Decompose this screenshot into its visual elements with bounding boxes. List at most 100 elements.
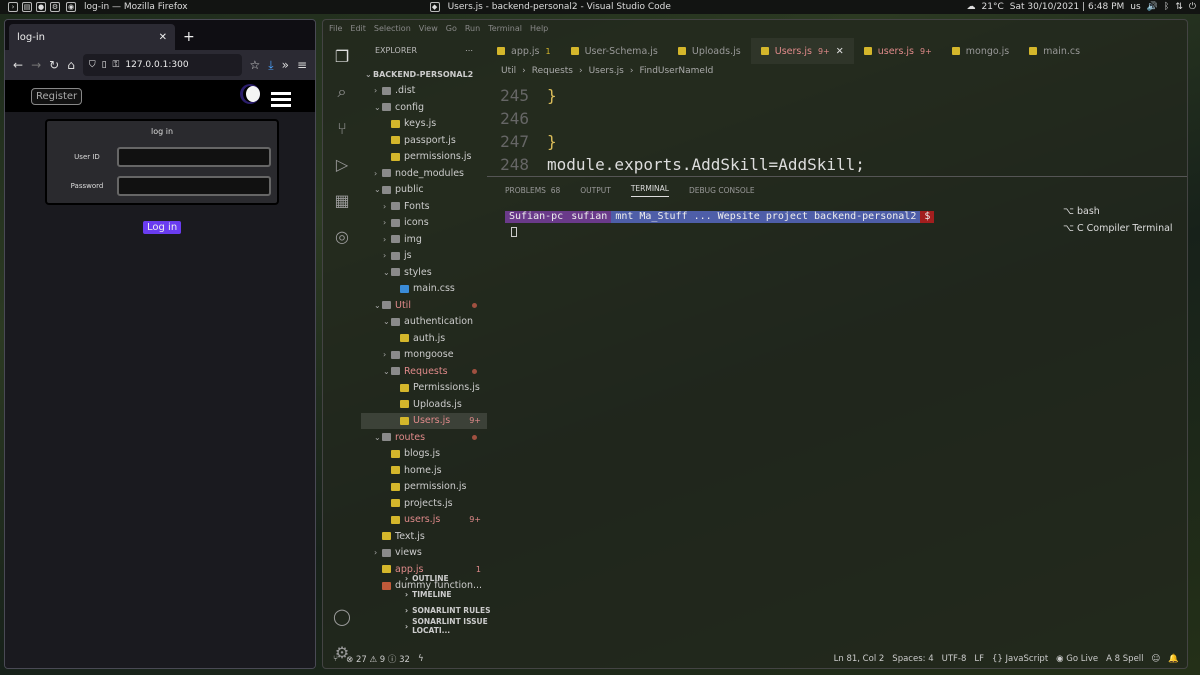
firefox-window-title[interactable]: log-in — Mozilla Firefox bbox=[84, 2, 188, 12]
locale[interactable]: us bbox=[1130, 2, 1140, 12]
download-icon[interactable]: ⤓ bbox=[268, 58, 273, 73]
explorer-icon[interactable]: ❐ bbox=[323, 38, 361, 74]
file-item[interactable]: auth.js bbox=[361, 330, 487, 347]
editor-tab[interactable]: Users.js 9+ ✕ bbox=[750, 38, 854, 64]
network-icon[interactable]: ⇅ bbox=[1175, 2, 1183, 12]
folder-item[interactable]: › img bbox=[361, 231, 487, 248]
folder-item[interactable]: ⌄ public bbox=[361, 182, 487, 199]
breadcrumb-util[interactable]: Util bbox=[501, 66, 516, 76]
settings-icon[interactable]: ⚙ bbox=[50, 2, 60, 12]
menu-run[interactable]: Run bbox=[465, 24, 480, 34]
menu-view[interactable]: View bbox=[419, 24, 438, 34]
folder-item[interactable]: › icons bbox=[361, 215, 487, 232]
menu-help[interactable]: Help bbox=[530, 24, 548, 34]
go-live[interactable]: ◉ Go Live bbox=[1056, 654, 1098, 664]
folder-item[interactable]: ⌄ Requests bbox=[361, 363, 487, 380]
close-icon[interactable]: ✕ bbox=[836, 46, 844, 57]
file-item[interactable]: passport.js bbox=[361, 132, 487, 149]
url-bar[interactable]: ⛉ ▯ ⚿ 127.0.0.1:300 bbox=[82, 54, 242, 76]
editor-tab[interactable]: mongo.js bbox=[942, 38, 1019, 64]
workspace-root[interactable]: ⌄ BACKEND-PERSONAL2 bbox=[361, 66, 487, 83]
feedback-icon[interactable]: ☺ bbox=[1152, 654, 1161, 664]
tab-terminal[interactable]: TERMINAL bbox=[630, 184, 669, 197]
breadcrumb-file[interactable]: Users.js bbox=[589, 66, 624, 76]
folder-item[interactable]: › .dist bbox=[361, 83, 487, 100]
folder-item[interactable]: › Fonts bbox=[361, 198, 487, 215]
remote-icon[interactable]: ⑂ bbox=[333, 654, 338, 664]
file-item[interactable]: keys.js bbox=[361, 116, 487, 133]
breadcrumb-requests[interactable]: Requests bbox=[532, 66, 573, 76]
source-control-icon[interactable]: ⑂ bbox=[323, 110, 361, 146]
editor-tab[interactable]: users.js 9+ bbox=[854, 38, 942, 64]
language-mode[interactable]: {} JavaScript bbox=[992, 654, 1048, 664]
notifications-icon[interactable]: 🔔 bbox=[1168, 654, 1179, 664]
bluetooth-icon[interactable]: ᛒ bbox=[1164, 2, 1169, 12]
tab-output[interactable]: OUTPUT bbox=[580, 186, 611, 195]
forward-icon[interactable]: → bbox=[31, 58, 41, 72]
menu-edit[interactable]: Edit bbox=[350, 24, 366, 34]
github-icon[interactable]: ◎ bbox=[323, 218, 361, 254]
file-item[interactable]: blogs.js bbox=[361, 446, 487, 463]
files-icon[interactable]: ▤ bbox=[22, 2, 32, 12]
file-item[interactable]: permission.js bbox=[361, 479, 487, 496]
breadcrumb-symbol[interactable]: FindUserNameId bbox=[639, 66, 713, 76]
editor-tab[interactable]: app.js 1 bbox=[487, 38, 561, 64]
folder-item[interactable]: › node_modules bbox=[361, 165, 487, 182]
folder-item[interactable]: › js bbox=[361, 248, 487, 265]
password-input[interactable] bbox=[117, 176, 271, 196]
folder-item[interactable]: ⌄ routes bbox=[361, 429, 487, 446]
folder-item[interactable]: ⌄ authentication bbox=[361, 314, 487, 331]
reload-icon[interactable]: ↻ bbox=[49, 58, 59, 72]
menu-file[interactable]: File bbox=[329, 24, 342, 34]
login-button[interactable]: Log in bbox=[143, 221, 182, 234]
terminal-item-compiler[interactable]: ⌥ C Compiler Terminal bbox=[1063, 220, 1179, 237]
folder-item[interactable]: ⌄ Util bbox=[361, 297, 487, 314]
shield-icon[interactable]: ⛉ bbox=[89, 60, 96, 70]
folder-item[interactable]: › mongoose bbox=[361, 347, 487, 364]
terminal-cursor[interactable] bbox=[511, 227, 517, 237]
userid-input[interactable] bbox=[117, 147, 271, 167]
key-icon[interactable]: ⚿ bbox=[113, 60, 120, 70]
file-item[interactable]: Permissions.js bbox=[361, 380, 487, 397]
editor-tab[interactable]: User-Schema.js bbox=[561, 38, 668, 64]
problems-status[interactable]: ⊗ 27 ⚠ 9 ⓘ 32 bbox=[346, 653, 410, 665]
eol[interactable]: LF bbox=[974, 654, 984, 664]
power-icon[interactable]: ⏻ bbox=[1189, 2, 1196, 12]
menu-terminal[interactable]: Terminal bbox=[488, 24, 522, 34]
lightning-icon[interactable]: ϟ bbox=[418, 654, 424, 664]
volume-icon[interactable]: 🔊 bbox=[1147, 2, 1158, 12]
cursor-position[interactable]: Ln 81, Col 2 bbox=[834, 654, 885, 664]
theme-toggle-moon-icon[interactable] bbox=[239, 84, 260, 104]
bookmark-star-icon[interactable]: ☆ bbox=[250, 58, 261, 72]
vscode-window-title[interactable]: Users.js - backend-personal2 - Visual St… bbox=[448, 2, 671, 12]
file-item[interactable]: Uploads.js bbox=[361, 396, 487, 413]
back-icon[interactable]: ← bbox=[13, 58, 23, 72]
folder-item[interactable]: ⌄ config bbox=[361, 99, 487, 116]
tab-debug-console[interactable]: DEBUG CONSOLE bbox=[689, 186, 755, 195]
extensions-icon[interactable]: ▦ bbox=[323, 182, 361, 218]
folder-item[interactable]: › views bbox=[361, 545, 487, 562]
indentation[interactable]: Spaces: 4 bbox=[892, 654, 933, 664]
file-item[interactable]: Text.js bbox=[361, 528, 487, 545]
tab-problems[interactable]: PROBLEMS 68 bbox=[505, 186, 560, 195]
browser-icon[interactable]: ● bbox=[36, 2, 46, 12]
folder-item[interactable]: ⌄ styles bbox=[361, 264, 487, 281]
file-item[interactable]: home.js bbox=[361, 462, 487, 479]
encoding[interactable]: UTF-8 bbox=[942, 654, 967, 664]
launcher-icons[interactable]: › ▤ ● ⚙ bbox=[8, 2, 60, 12]
more-actions-icon[interactable]: ⋯ bbox=[465, 46, 473, 58]
file-item[interactable]: projects.js bbox=[361, 495, 487, 512]
editor-tab[interactable]: Uploads.js bbox=[668, 38, 751, 64]
menu-selection[interactable]: Selection bbox=[374, 24, 411, 34]
file-item[interactable]: main.css bbox=[361, 281, 487, 298]
search-icon[interactable]: ⌕ bbox=[323, 74, 361, 110]
url-text[interactable]: 127.0.0.1:300 bbox=[125, 60, 188, 70]
browser-tab[interactable]: log-in ✕ bbox=[9, 24, 175, 50]
file-item[interactable]: permissions.js bbox=[361, 149, 487, 166]
account-icon[interactable]: ◯ bbox=[323, 598, 361, 634]
terminal-icon[interactable]: › bbox=[8, 2, 18, 12]
menu-icon[interactable]: ≡ bbox=[297, 58, 307, 72]
new-tab-icon[interactable]: + bbox=[183, 29, 195, 45]
terminal-item-bash[interactable]: ⌥ bash bbox=[1063, 203, 1179, 220]
register-button[interactable]: Register bbox=[31, 87, 83, 105]
